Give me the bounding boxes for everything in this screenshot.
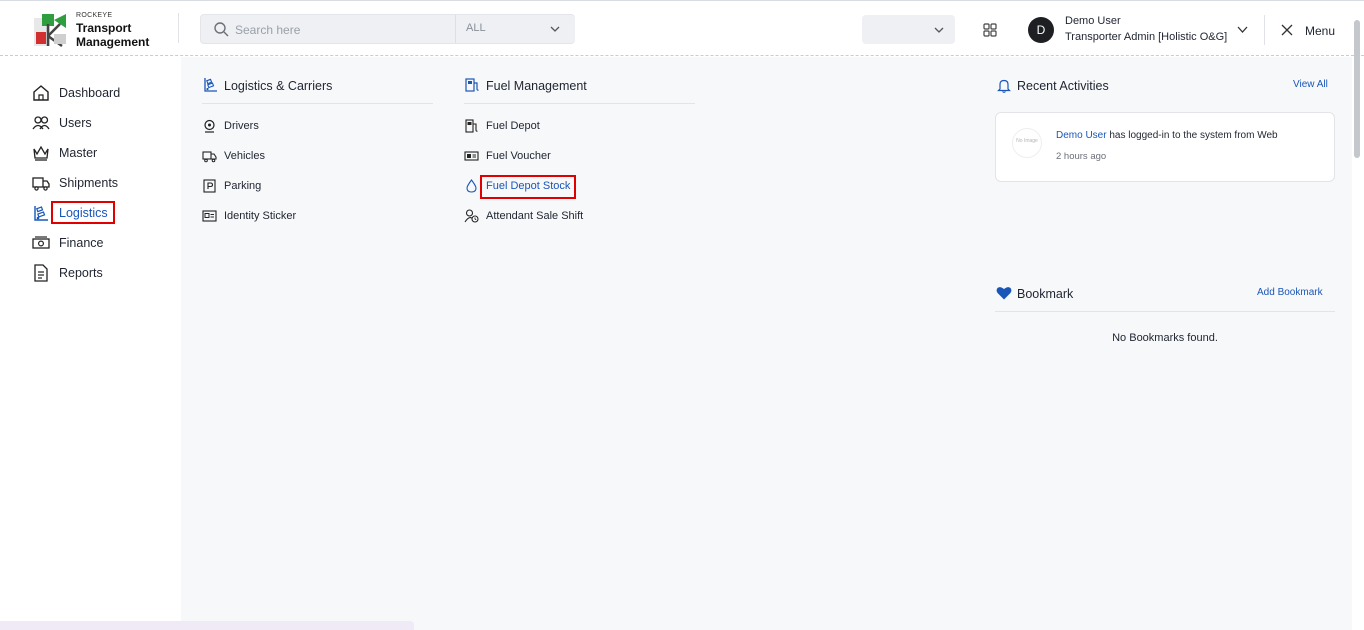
section-fuel-management: Fuel Management [464,76,694,96]
truck-icon [32,177,50,191]
sidebar: Dashboard Users Master Shipments Logisti… [0,57,181,630]
menu-item-vehicles[interactable]: Vehicles [202,147,402,165]
parking-icon [203,179,216,193]
search-scope-value: ALL [466,22,486,34]
scrollbar-thumb[interactable] [1354,20,1360,158]
company-select[interactable] [862,15,955,44]
activity-card: No Image Demo User has logged-in to the … [995,112,1335,182]
menu-item-fuel-depot[interactable]: Fuel Depot [464,117,664,135]
logistics-icon [204,78,217,92]
home-icon [33,85,49,101]
sidebar-item-master[interactable]: Master [32,142,172,164]
status-bar [0,621,414,630]
bell-icon [997,79,1011,93]
menu-item-label: Fuel Voucher [486,150,551,162]
chevron-down-icon [934,27,944,33]
search-scope-select[interactable]: ALL [455,15,575,43]
search-icon [214,22,229,37]
menu-item-label: Fuel Depot [486,120,540,132]
highlight-box-fuel-depot-stock [480,175,576,199]
heart-icon [996,287,1012,300]
menu-close-button[interactable]: Menu [1278,21,1338,39]
brand-title-line2: Management [76,35,150,49]
sidebar-item-label: Dashboard [59,86,121,100]
bookmark-divider [995,311,1335,312]
activity-time: 2 hours ago [1056,151,1107,162]
report-icon [34,264,48,282]
activity-message: has logged-in to the system from Web [1106,130,1278,141]
global-search: ALL [200,14,575,44]
section-title: Fuel Management [486,79,587,93]
menu-label: Menu [1305,24,1336,38]
sidebar-item-finance[interactable]: Finance [32,232,172,254]
bookmark-title: Bookmark [1017,287,1074,301]
brand-company: ROCKEYE [76,12,113,19]
header-divider [178,13,179,43]
page-scrollbar[interactable] [1352,14,1362,630]
logo-mark-icon [34,14,66,48]
section-logistics-carriers: Logistics & Carriers [202,76,432,96]
menu-item-fuel-voucher[interactable]: Fuel Voucher [464,147,664,165]
activity-text: Demo User has logged-in to the system fr… [1056,130,1278,141]
top-bar: ROCKEYE Transport Management ALL D Demo … [0,0,1364,56]
recent-activities-title: Recent Activities [1017,79,1109,93]
section-title: Logistics & Carriers [224,79,333,93]
user-role: Transporter Admin [Holistic O&G] [1065,31,1228,43]
section-divider [202,103,433,104]
crown-icon [33,145,49,161]
logistics-icon [34,206,48,221]
menu-item-label: Vehicles [224,150,265,162]
menu-item-identity-sticker[interactable]: Identity Sticker [202,207,402,225]
user-menu-chevron-icon[interactable] [1236,23,1249,36]
section-divider [464,103,695,104]
menu-item-label: Identity Sticker [224,210,297,222]
menu-item-attendant-sale-shift[interactable]: Attendant Sale Shift [464,207,664,225]
sidebar-item-label: Shipments [59,176,119,190]
users-icon [32,116,50,130]
search-input[interactable] [235,21,445,39]
sidebar-item-label: Users [59,116,92,130]
activity-user-link[interactable]: Demo User [1056,130,1107,141]
money-icon [32,236,50,249]
user-clock-icon [464,209,479,223]
sidebar-item-reports[interactable]: Reports [32,262,172,284]
driver-icon [204,119,215,133]
close-icon [1281,24,1293,36]
voucher-icon [464,151,479,161]
sidebar-item-users[interactable]: Users [32,112,172,134]
view-all-link[interactable]: View All [1293,79,1328,90]
id-card-icon [202,210,217,222]
sidebar-item-label: Master [59,146,98,160]
avatar[interactable]: D [1028,17,1054,43]
truck-icon [202,151,217,163]
sidebar-item-label: Reports [59,266,103,280]
menu-item-label: Drivers [224,120,259,132]
menu-item-parking[interactable]: Parking [202,177,402,195]
chevron-down-icon [550,26,560,32]
sidebar-item-dashboard[interactable]: Dashboard [32,82,172,104]
fuel-pump-icon [465,78,479,92]
activity-avatar-placeholder: No Image [1012,128,1042,158]
user-name[interactable]: Demo User [1065,15,1121,27]
fuel-pump-icon [465,119,478,133]
brand-title-line1: Transport [76,21,132,35]
menu-item-drivers[interactable]: Drivers [202,117,402,135]
app-logo[interactable]: ROCKEYE Transport Management [32,12,162,49]
sidebar-item-label: Finance [59,236,104,250]
apps-grid-icon[interactable] [982,22,998,38]
menu-item-label: Parking [224,180,262,192]
bookmark-empty-text: No Bookmarks found. [1112,332,1218,344]
header-divider [1264,15,1265,45]
highlight-box-logistics [51,201,115,224]
sidebar-item-shipments[interactable]: Shipments [32,172,172,194]
menu-item-label: Attendant Sale Shift [486,210,584,222]
droplet-icon [466,179,477,193]
add-bookmark-link[interactable]: Add Bookmark [1257,287,1323,298]
